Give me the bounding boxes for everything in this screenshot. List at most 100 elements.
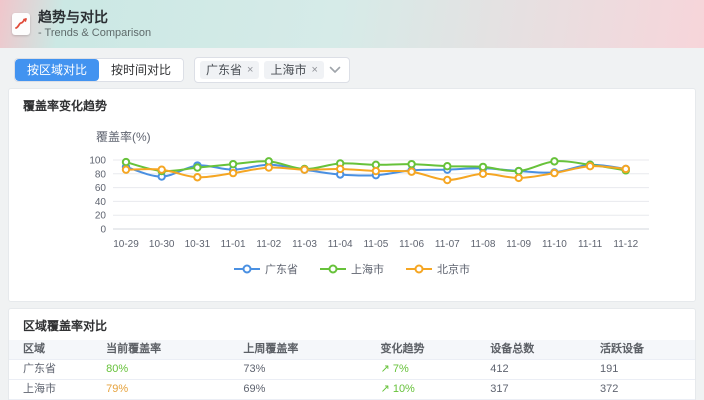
region-tag[interactable]: 上海市 × <box>264 61 324 79</box>
trend-cell: ↗ 10% <box>372 379 483 400</box>
legend-item-上海市[interactable]: 上海市 <box>320 261 384 277</box>
table-section-title: 区域覆盖率对比 <box>23 319 108 333</box>
y-tick-label: 80 <box>95 169 107 180</box>
legend-marker-icon <box>320 264 346 274</box>
toolbar: 按区域对比 按时间对比 广东省 × 上海市 × <box>0 48 704 91</box>
data-point[interactable] <box>228 168 238 178</box>
data-point[interactable] <box>478 169 488 178</box>
data-point[interactable] <box>121 157 131 167</box>
y-tick-label: 60 <box>95 183 107 194</box>
data-point[interactable] <box>514 166 523 176</box>
coverage-trend-line-chart: 覆盖率(%) 0 20 40 60 80 100 10-29 10-30 10-31 11-01 11… <box>89 129 649 250</box>
last-week-coverage-cell: 73% <box>235 359 373 380</box>
page-title: 趋势与对比 <box>38 8 108 25</box>
x-tick-label: 10-29 <box>113 239 139 250</box>
data-point[interactable] <box>193 173 202 182</box>
tab-by-time[interactable]: 按时间对比 <box>99 59 184 81</box>
x-tick-label: 10-30 <box>149 239 175 250</box>
data-point[interactable] <box>514 173 523 183</box>
active-devices-cell: 372 <box>592 379 695 400</box>
region-tag[interactable]: 广东省 × <box>200 61 260 79</box>
trend-section-title: 覆盖率变化趋势 <box>23 99 108 113</box>
region-comparison-table: 区域 当前覆盖率 上周覆盖率 变化趋势 设备总数 活跃设备 广东省 80% 73% ↗ 7% 41… <box>9 340 695 400</box>
chart-legend: 广东省 上海市 北京市 <box>9 261 695 277</box>
legend-item-广东省[interactable]: 广东省 <box>234 261 298 277</box>
x-tick-label: 11-10 <box>542 239 567 250</box>
x-tick-label: 11-01 <box>221 239 246 250</box>
column-header: 上周覆盖率 <box>235 340 373 360</box>
legend-label: 北京市 <box>437 264 470 276</box>
region-tag-label: 上海市 <box>270 63 307 77</box>
x-tick-label: 11-11 <box>578 239 603 250</box>
data-point[interactable] <box>157 165 166 174</box>
x-tick-label: 11-09 <box>506 239 531 250</box>
chevron-down-icon[interactable] <box>329 66 341 74</box>
y-tick-label: 0 <box>100 225 106 236</box>
data-point[interactable] <box>228 159 238 169</box>
data-point[interactable] <box>407 159 416 169</box>
data-point[interactable] <box>193 163 202 172</box>
data-point[interactable] <box>550 168 559 178</box>
table-header-row: 区域 当前覆盖率 上周覆盖率 变化趋势 设备总数 活跃设备 <box>9 340 695 360</box>
total-devices-cell: 412 <box>482 359 593 380</box>
legend-label: 上海市 <box>351 264 384 276</box>
y-tick-label: 100 <box>89 156 106 167</box>
data-point[interactable] <box>443 175 452 185</box>
remove-tag-icon[interactable]: × <box>312 63 318 77</box>
chart-ylabel: 覆盖率(%) <box>96 129 151 144</box>
column-header: 变化趋势 <box>372 340 483 360</box>
legend-item-北京市[interactable]: 北京市 <box>406 261 470 277</box>
region-multiselect[interactable]: 广东省 × 上海市 × <box>194 57 350 83</box>
x-tick-label: 11-04 <box>328 239 353 250</box>
region-comparison-card: 区域覆盖率对比 区域 当前覆盖率 上周覆盖率 变化趋势 设备总数 活跃设备 广东省 80% 7… <box>8 308 696 400</box>
x-tick-label: 11-06 <box>399 239 424 250</box>
legend-label: 广东省 <box>265 264 298 276</box>
table-row: 上海市 79% 69% ↗ 10% 317 372 <box>9 379 695 400</box>
data-point[interactable] <box>371 166 381 176</box>
data-point[interactable] <box>264 163 273 172</box>
x-tick-label: 11-07 <box>435 239 460 250</box>
data-point[interactable] <box>300 165 309 174</box>
page-header: 趋势与对比 - Trends & Comparison <box>0 0 704 48</box>
trend-line-icon <box>12 13 30 35</box>
last-week-coverage-cell: 69% <box>235 379 373 400</box>
table-body: 广东省80%73%↗ 7%412191上海市79%69%↗ 10%317372北… <box>9 359 695 400</box>
data-point[interactable] <box>336 164 345 174</box>
data-point[interactable] <box>585 162 595 171</box>
x-tick-label: 11-12 <box>613 239 638 250</box>
current-coverage-cell: 80% <box>98 359 236 380</box>
x-tick-label: 11-05 <box>363 239 388 250</box>
page-subtitle: - Trends & Comparison <box>38 26 152 39</box>
column-header: 活跃设备 <box>592 340 695 360</box>
x-tick-label: 11-02 <box>256 239 281 250</box>
current-coverage-cell: 79% <box>98 379 236 400</box>
total-devices-cell: 317 <box>482 379 593 400</box>
data-point[interactable] <box>443 162 452 171</box>
legend-marker-icon <box>406 264 432 274</box>
x-tick-label: 11-08 <box>471 239 496 250</box>
region-cell: 广东省 <box>9 359 99 380</box>
compare-mode-tabs: 按区域对比 按时间对比 <box>14 58 185 82</box>
tab-by-region[interactable]: 按区域对比 <box>15 59 100 81</box>
column-header: 区域 <box>9 340 99 360</box>
selected-region-tags: 广东省 × 上海市 × <box>200 61 324 79</box>
data-point[interactable] <box>121 165 131 174</box>
legend-marker-icon <box>234 264 260 274</box>
column-header: 当前覆盖率 <box>98 340 236 360</box>
x-tick-label: 11-03 <box>292 239 317 250</box>
coverage-trend-card: 覆盖率变化趋势 覆盖率(%) 0 20 40 60 80 100 10-29 10-30 10-3… <box>8 88 696 302</box>
region-cell: 上海市 <box>9 379 99 400</box>
x-tick-label: 10-31 <box>185 239 211 250</box>
data-point[interactable] <box>478 162 488 172</box>
remove-tag-icon[interactable]: × <box>247 63 253 77</box>
region-tag-label: 广东省 <box>206 63 243 77</box>
table-row: 广东省 80% 73% ↗ 7% 412 191 <box>9 359 695 380</box>
column-header: 设备总数 <box>482 340 593 360</box>
data-point[interactable] <box>621 164 630 174</box>
trend-cell: ↗ 7% <box>372 359 483 380</box>
active-devices-cell: 191 <box>592 359 695 380</box>
y-tick-label: 40 <box>95 197 107 208</box>
data-point[interactable] <box>407 167 416 176</box>
data-point[interactable] <box>550 157 559 166</box>
y-tick-label: 20 <box>95 211 107 222</box>
